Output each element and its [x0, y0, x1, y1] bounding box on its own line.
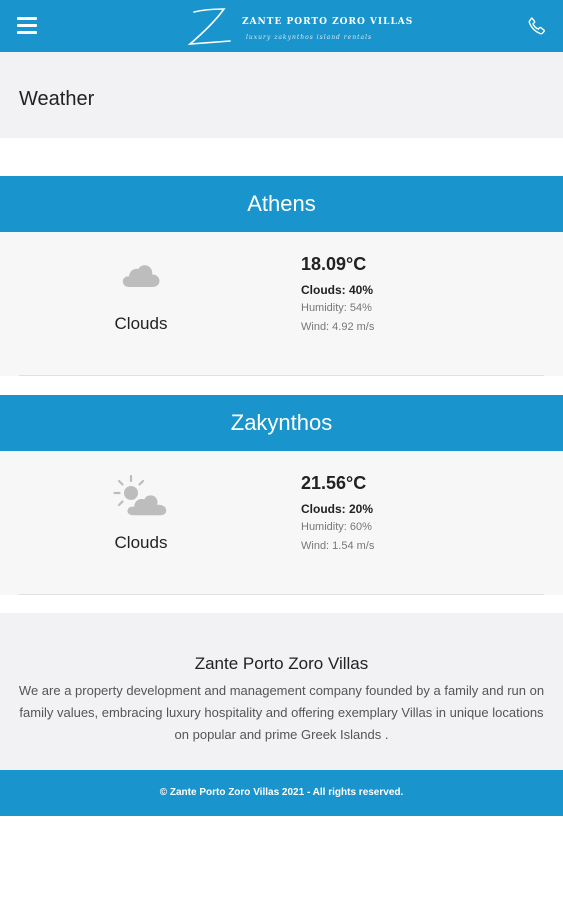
page-heading-section: Weather: [0, 52, 563, 138]
wind-speed: Wind: 4.92 m/s: [301, 321, 375, 333]
wind-speed: Wind: 1.54 m/s: [301, 540, 375, 552]
z-logo-icon: [187, 8, 231, 46]
brand-title: ZANTE PORTO ZORO VILLAS: [242, 17, 414, 27]
weather-card-zakynthos: Clouds 21.56°C Clouds: 20% Humidity: 60%…: [0, 451, 563, 595]
hamburger-menu-icon[interactable]: [17, 17, 37, 34]
partly-cloudy-icon: [113, 474, 168, 517]
divider: [19, 375, 544, 376]
city-banner-athens: Athens: [0, 176, 563, 232]
page-title: Weather: [19, 88, 95, 110]
about-description: We are a property development and manage…: [18, 683, 545, 742]
temperature: 21.56°C: [301, 473, 367, 493]
weather-card-athens: Clouds 18.09°C Clouds: 40% Humidity: 54%…: [0, 232, 563, 376]
phone-icon[interactable]: [526, 15, 548, 37]
about-title: Zante Porto Zoro Villas: [194, 654, 369, 673]
brand-logo[interactable]: ZANTE PORTO ZORO VILLAS luxury zakynthos…: [180, 6, 412, 48]
humidity: Humidity: 60%: [301, 521, 372, 533]
clouds-percentage: Clouds: 20%: [301, 502, 374, 516]
brand-tagline: luxury zakynthos island rentals: [246, 34, 373, 41]
city-banner-zakynthos: Zakynthos: [0, 395, 563, 451]
divider: [19, 594, 544, 595]
cloud-icon: [122, 265, 160, 287]
weather-condition: Clouds: [114, 533, 168, 552]
temperature: 18.09°C: [301, 254, 367, 274]
humidity: Humidity: 54%: [301, 302, 372, 314]
footer-copyright: © Zante Porto Zoro Villas 2021 - All rig…: [0, 770, 563, 816]
clouds-percentage: Clouds: 40%: [301, 283, 374, 297]
about-section: Zante Porto Zoro Villas We are a propert…: [0, 613, 563, 770]
top-navigation-bar: ZANTE PORTO ZORO VILLAS luxury zakynthos…: [0, 0, 563, 52]
weather-condition: Clouds: [114, 314, 168, 333]
